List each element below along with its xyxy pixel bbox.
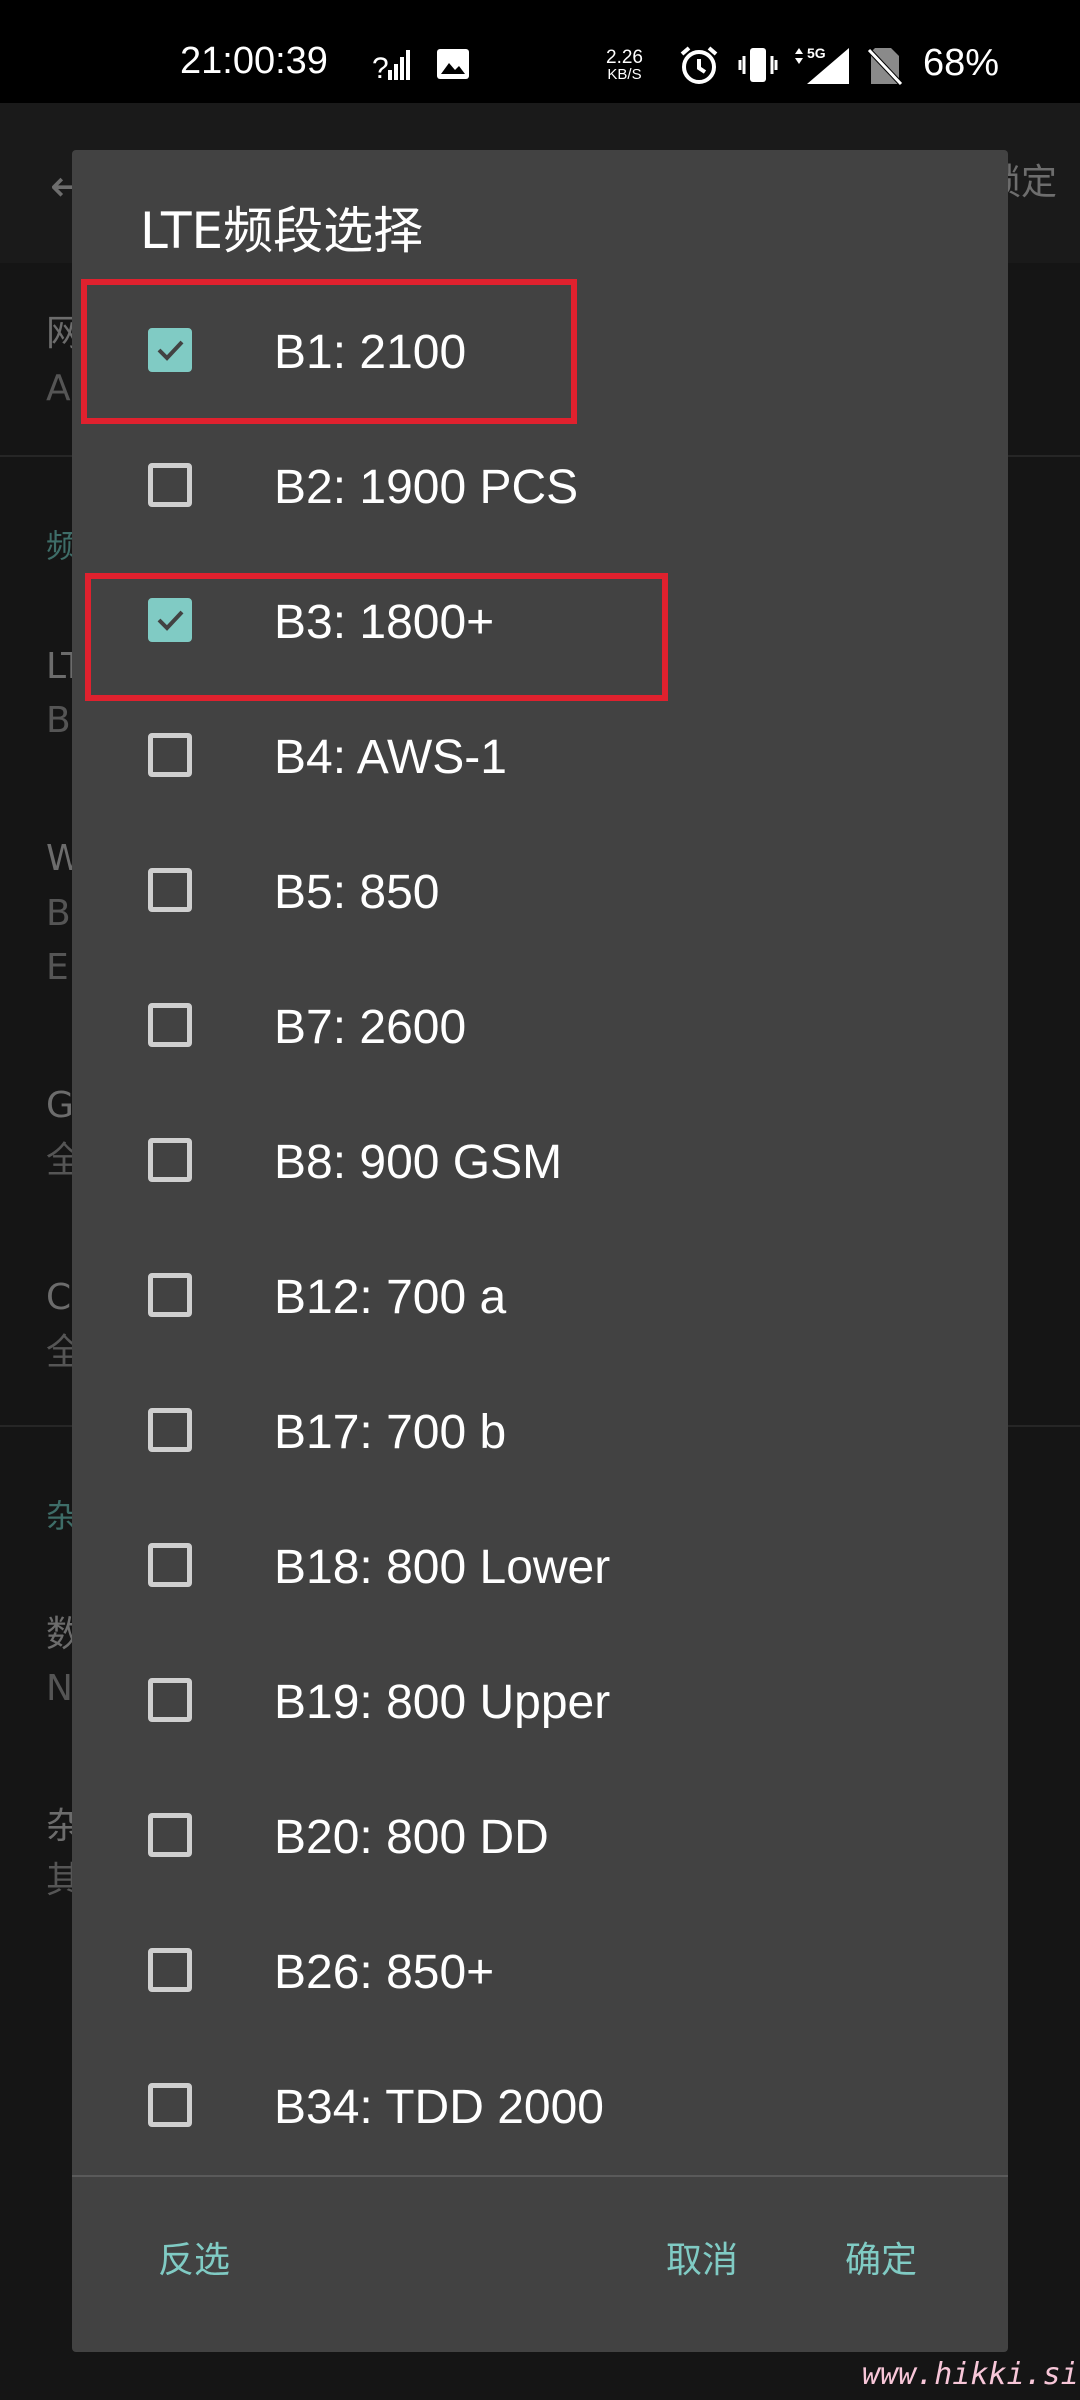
svg-text:?: ? [372,52,389,82]
mobile-signal-icon: 5G [793,44,851,90]
alarm-icon [678,44,720,90]
checkbox-unchecked[interactable] [148,868,192,912]
net-speed-value: 2.26 [606,47,643,68]
checkbox-unchecked[interactable] [148,1813,192,1857]
band-label: B7: 2600 [274,1001,467,1054]
bg-row-subtitle: B [46,700,71,741]
lte-band-dialog: LTE频段选择 B1: 2100 B2: 1900 PCS B3: 1800+ B4:… [72,150,1008,2352]
ok-button[interactable]: 确定 [845,2243,917,2279]
band-label: B19: 800 Upper [274,1676,611,1729]
band-label: B20: 800 DD [274,1811,549,1864]
checkbox-unchecked[interactable] [148,1543,192,1587]
band-item[interactable]: B20: 800 DD [72,1771,1008,1906]
cancel-button[interactable]: 取消 [666,2243,738,2279]
net-speed: 2.26 KB/S [606,48,643,82]
bg-row-subtitle: N [46,1668,73,1709]
band-item[interactable]: B19: 800 Upper [72,1636,1008,1771]
band-item[interactable]: B34: TDD 2000 [72,2041,1008,2176]
screen: 21:00:39 ? 2.26 KB/S 5G 68% ← 锁定 网 A 频 L… [0,0,1080,2400]
band-label: B17: 700 b [274,1406,507,1459]
band-item[interactable]: B7: 2600 [72,961,1008,1096]
dialog-divider [72,2175,1008,2177]
battery-level: 68% [923,42,1000,84]
bg-row-subtitle-2: E [46,947,69,988]
checkbox-unchecked[interactable] [148,1678,192,1722]
band-item[interactable]: B2: 1900 PCS [72,421,1008,556]
checkbox-unchecked[interactable] [148,2083,192,2127]
band-item[interactable]: B12: 700 a [72,1231,1008,1366]
checkbox-unchecked[interactable] [148,463,192,507]
band-item[interactable]: B18: 800 Lower [72,1501,1008,1636]
invert-selection-button[interactable]: 反选 [158,2243,230,2279]
no-sim-icon [867,46,903,90]
band-item[interactable]: B5: 850 [72,826,1008,961]
highlight-box-b1 [81,279,577,424]
band-label: B12: 700 a [274,1271,507,1324]
band-item[interactable]: B17: 700 b [72,1366,1008,1501]
band-label: B18: 800 Lower [274,1541,611,1594]
band-item[interactable]: B26: 850+ [72,1906,1008,2041]
signal-question-icon: ? [372,48,412,86]
bg-row-title: G [46,1085,74,1126]
status-time: 21:00:39 [180,40,328,82]
band-item[interactable]: B8: 900 GSM [72,1096,1008,1231]
band-label: B5: 850 [274,866,440,919]
checkbox-unchecked[interactable] [148,1003,192,1047]
checkbox-unchecked[interactable] [148,1408,192,1452]
band-label: B2: 1900 PCS [274,461,579,514]
network-type: 5G [807,45,826,61]
checkbox-unchecked[interactable] [148,1273,192,1317]
band-list: B1: 2100 B2: 1900 PCS B3: 1800+ B4: AWS-1 B5… [72,286,1008,2176]
status-bar: 21:00:39 ? 2.26 KB/S 5G 68% [0,0,1080,103]
highlight-box-b3 [85,573,668,701]
checkbox-unchecked[interactable] [148,733,192,777]
dialog-title: LTE频段选择 [140,202,424,260]
checkbox-unchecked[interactable] [148,1138,192,1182]
band-item[interactable]: B4: AWS-1 [72,691,1008,826]
band-label: B8: 900 GSM [274,1136,563,1189]
net-speed-unit: KB/S [607,66,642,83]
image-icon [436,48,470,84]
bg-row-subtitle: B [46,893,71,934]
band-label: B34: TDD 2000 [274,2081,604,2134]
watermark: www.hikki.site [862,2357,1080,2392]
vibrate-icon [738,46,778,88]
checkbox-unchecked[interactable] [148,1948,192,1992]
bg-row-subtitle: A [46,368,71,409]
bg-row-title: C [46,1277,72,1318]
band-label: B4: AWS-1 [274,731,507,784]
band-label: B26: 850+ [274,1946,495,1999]
